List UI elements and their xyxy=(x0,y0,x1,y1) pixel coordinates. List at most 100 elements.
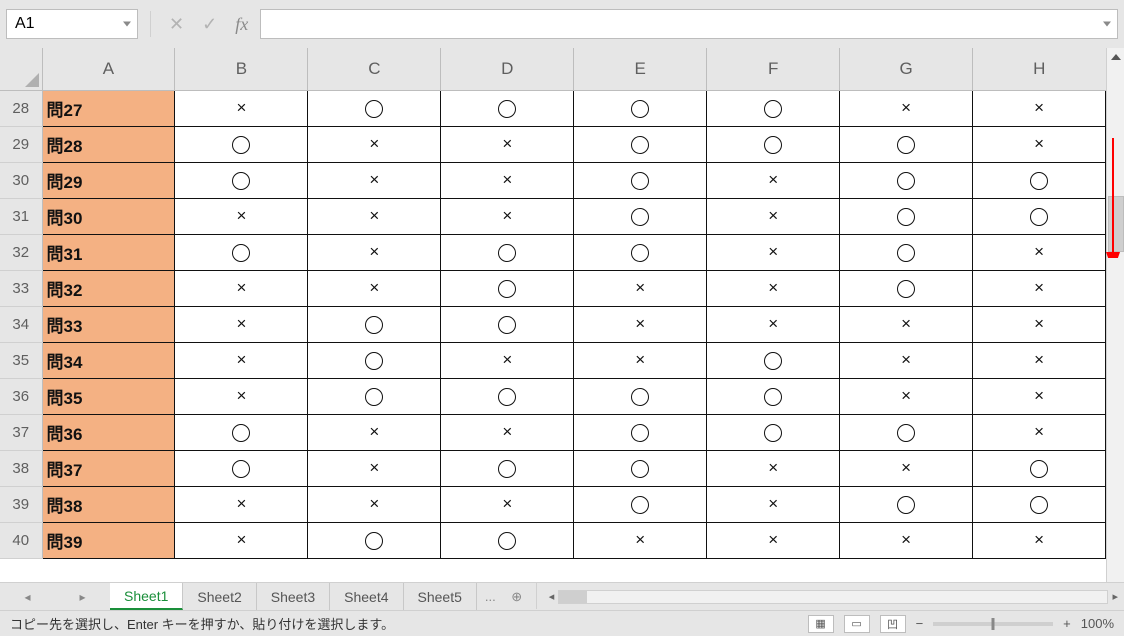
data-cell[interactable]: × xyxy=(175,342,308,378)
data-cell[interactable] xyxy=(840,234,973,270)
sheet-tab[interactable]: Sheet2 xyxy=(183,583,256,610)
column-header[interactable]: H xyxy=(973,48,1106,90)
data-cell[interactable] xyxy=(574,198,707,234)
zoom-plus[interactable]: + xyxy=(1063,616,1071,631)
data-cell[interactable] xyxy=(441,378,574,414)
data-cell[interactable]: × xyxy=(441,162,574,198)
data-cell[interactable]: × xyxy=(308,270,441,306)
add-sheet-button[interactable]: ⊕ xyxy=(504,583,530,610)
data-cell[interactable]: × xyxy=(707,198,840,234)
data-cell[interactable]: × xyxy=(175,90,308,126)
column-header[interactable]: G xyxy=(840,48,973,90)
data-cell[interactable]: × xyxy=(707,162,840,198)
sheet-tab[interactable]: Sheet1 xyxy=(110,583,183,610)
hscroll-thumb[interactable] xyxy=(559,591,587,603)
fx-icon[interactable]: fx xyxy=(235,14,248,35)
data-cell[interactable]: × xyxy=(973,378,1106,414)
row-header[interactable]: 34 xyxy=(0,306,42,342)
data-cell[interactable]: × xyxy=(707,234,840,270)
column-header[interactable]: A xyxy=(42,48,175,90)
data-cell[interactable] xyxy=(840,162,973,198)
formula-input[interactable] xyxy=(261,10,1117,38)
zoom-slider[interactable] xyxy=(933,622,1053,626)
row-header[interactable]: 40 xyxy=(0,522,42,558)
data-cell[interactable]: × xyxy=(840,378,973,414)
tab-nav-first-icon[interactable]: ◂ xyxy=(24,590,30,604)
data-cell[interactable] xyxy=(574,234,707,270)
data-cell[interactable]: × xyxy=(308,414,441,450)
zoom-level[interactable]: 100% xyxy=(1081,616,1114,631)
data-cell[interactable] xyxy=(707,90,840,126)
row-header[interactable]: 32 xyxy=(0,234,42,270)
data-cell[interactable]: × xyxy=(840,306,973,342)
row-header[interactable]: 28 xyxy=(0,90,42,126)
data-cell[interactable]: × xyxy=(175,306,308,342)
question-label-cell[interactable]: 問31 xyxy=(42,234,175,270)
data-cell[interactable]: × xyxy=(175,270,308,306)
column-header[interactable]: B xyxy=(175,48,308,90)
data-cell[interactable]: × xyxy=(840,90,973,126)
data-cell[interactable] xyxy=(441,234,574,270)
data-cell[interactable]: × xyxy=(973,414,1106,450)
tab-nav-prev-icon[interactable]: ▸ xyxy=(79,590,85,604)
data-cell[interactable]: × xyxy=(973,270,1106,306)
data-cell[interactable] xyxy=(574,378,707,414)
question-label-cell[interactable]: 問38 xyxy=(42,486,175,522)
data-cell[interactable]: × xyxy=(574,270,707,306)
sheet-tab[interactable]: Sheet4 xyxy=(330,583,403,610)
scroll-thumb[interactable] xyxy=(1108,196,1124,252)
zoom-minus[interactable]: − xyxy=(916,616,924,631)
data-cell[interactable] xyxy=(574,126,707,162)
column-header[interactable]: C xyxy=(308,48,441,90)
row-header[interactable]: 37 xyxy=(0,414,42,450)
view-normal-icon[interactable]: ▦ xyxy=(808,615,834,633)
column-header[interactable]: F xyxy=(707,48,840,90)
data-cell[interactable]: × xyxy=(441,198,574,234)
question-label-cell[interactable]: 問36 xyxy=(42,414,175,450)
row-header[interactable]: 29 xyxy=(0,126,42,162)
question-label-cell[interactable]: 問33 xyxy=(42,306,175,342)
data-cell[interactable] xyxy=(574,414,707,450)
data-cell[interactable]: × xyxy=(175,486,308,522)
data-cell[interactable] xyxy=(973,162,1106,198)
data-cell[interactable]: × xyxy=(973,306,1106,342)
data-cell[interactable] xyxy=(574,450,707,486)
question-label-cell[interactable]: 問32 xyxy=(42,270,175,306)
select-all-corner[interactable] xyxy=(0,48,42,90)
data-cell[interactable] xyxy=(973,486,1106,522)
row-header[interactable]: 33 xyxy=(0,270,42,306)
data-cell[interactable] xyxy=(441,90,574,126)
question-label-cell[interactable]: 問37 xyxy=(42,450,175,486)
name-box[interactable] xyxy=(6,9,138,39)
data-cell[interactable] xyxy=(840,126,973,162)
data-cell[interactable]: × xyxy=(707,306,840,342)
scroll-up-icon[interactable] xyxy=(1107,48,1124,66)
view-page-layout-icon[interactable]: ▭ xyxy=(844,615,870,633)
question-label-cell[interactable]: 問29 xyxy=(42,162,175,198)
question-label-cell[interactable]: 問35 xyxy=(42,378,175,414)
data-cell[interactable]: × xyxy=(441,342,574,378)
data-cell[interactable] xyxy=(441,450,574,486)
data-cell[interactable] xyxy=(308,378,441,414)
sheet-tab[interactable]: Sheet5 xyxy=(404,583,477,610)
data-cell[interactable]: × xyxy=(308,450,441,486)
row-header[interactable]: 38 xyxy=(0,450,42,486)
row-header[interactable]: 30 xyxy=(0,162,42,198)
data-cell[interactable]: × xyxy=(308,126,441,162)
data-cell[interactable] xyxy=(707,414,840,450)
data-cell[interactable] xyxy=(308,306,441,342)
vertical-scrollbar[interactable] xyxy=(1106,48,1124,582)
data-cell[interactable] xyxy=(840,414,973,450)
question-label-cell[interactable]: 問30 xyxy=(42,198,175,234)
row-header[interactable]: 36 xyxy=(0,378,42,414)
data-cell[interactable]: × xyxy=(973,234,1106,270)
name-box-input[interactable] xyxy=(13,14,103,34)
data-cell[interactable]: × xyxy=(308,198,441,234)
data-cell[interactable]: × xyxy=(973,522,1106,558)
grid[interactable]: ABCDEFGH 28問27×××29問28×××30問29×××31問30××… xyxy=(0,48,1106,582)
data-cell[interactable] xyxy=(973,450,1106,486)
row-header[interactable]: 35 xyxy=(0,342,42,378)
data-cell[interactable] xyxy=(441,306,574,342)
row-header[interactable]: 31 xyxy=(0,198,42,234)
data-cell[interactable] xyxy=(973,198,1106,234)
